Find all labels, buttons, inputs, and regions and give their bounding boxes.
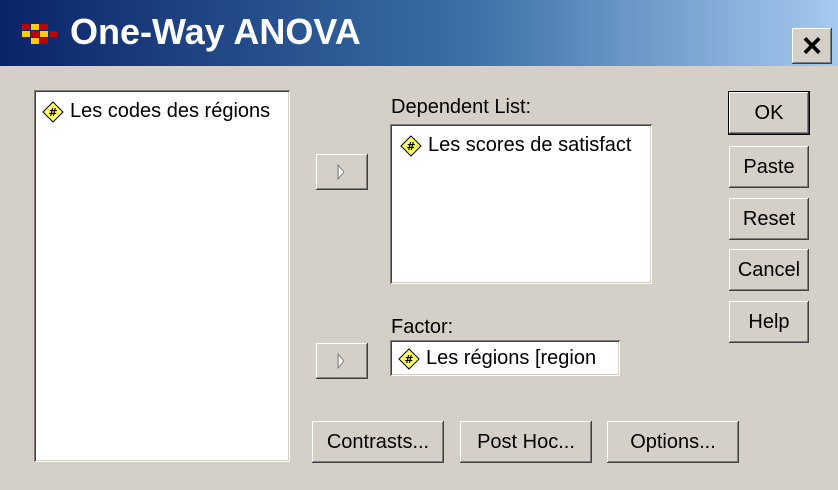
contrasts-button[interactable]: Contrasts... [312, 421, 444, 463]
scale-variable-icon: # [42, 100, 64, 123]
scale-variable-icon: # [400, 134, 422, 157]
title-bar[interactable]: One-Way ANOVA × [0, 0, 838, 66]
post-hoc-button[interactable]: Post Hoc... [460, 421, 592, 463]
source-variable-list[interactable]: # Les codes des régions [34, 90, 290, 462]
factor-value-text: Les régions [region [426, 347, 597, 369]
cancel-button[interactable]: Cancel [729, 249, 809, 291]
spss-grid-icon [22, 24, 57, 44]
window-title: One-Way ANOVA [70, 11, 361, 52]
help-button[interactable]: Help [729, 301, 809, 343]
dependent-list[interactable]: # Les scores de satisfact [390, 124, 652, 284]
dependent-list-label: Dependent List: [391, 96, 532, 118]
list-item-label: Les codes des régions [70, 100, 271, 122]
one-way-anova-dialog: One-Way ANOVA × # Les codes des régions … [0, 0, 838, 490]
factor-label: Factor: [391, 316, 454, 338]
factor-value: # Les régions [region [398, 347, 618, 370]
options-button[interactable]: Options... [607, 421, 739, 463]
paste-button[interactable]: Paste [729, 146, 809, 188]
svg-text:#: # [406, 140, 415, 153]
close-button[interactable]: × [792, 28, 832, 64]
ok-button[interactable]: OK [729, 92, 809, 134]
scale-variable-icon: # [398, 347, 420, 370]
move-to-dependent-button[interactable] [316, 154, 368, 190]
factor-field[interactable]: # Les régions [region [390, 340, 620, 376]
right-arrow-icon [337, 353, 345, 369]
list-item[interactable]: # Les codes des régions [42, 100, 286, 123]
close-icon: × [802, 27, 822, 65]
right-arrow-icon [337, 164, 345, 180]
move-to-factor-button[interactable] [316, 343, 368, 379]
list-item-label: Les scores de satisfact [428, 134, 632, 156]
svg-text:#: # [404, 353, 413, 366]
svg-text:#: # [48, 106, 57, 119]
list-item[interactable]: # Les scores de satisfact [400, 134, 650, 157]
reset-button[interactable]: Reset [729, 198, 809, 240]
